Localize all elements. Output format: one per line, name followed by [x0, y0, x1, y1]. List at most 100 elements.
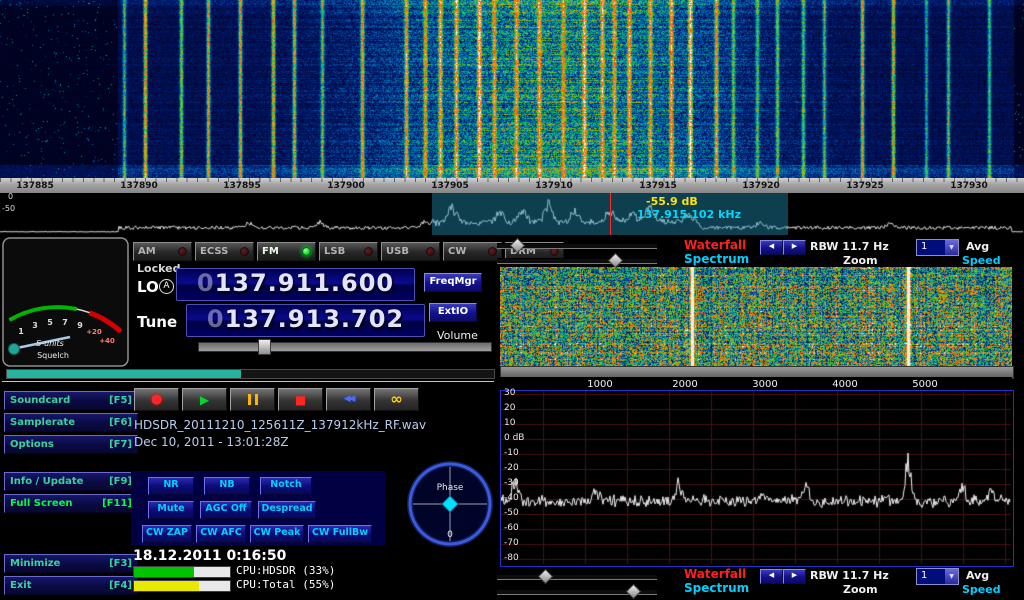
cw-fullbw-button[interactable]: CW FullBw: [308, 525, 372, 543]
s-units-label: S-units: [36, 339, 64, 348]
extio-button[interactable]: ExtIO: [429, 303, 477, 322]
rf-waterfall-label[interactable]: Waterfall: [684, 238, 746, 252]
mode-button-am[interactable]: AM: [133, 242, 192, 261]
stop-icon: ■: [295, 394, 306, 406]
mode-label: LSB: [324, 246, 345, 257]
volume-slider-thumb[interactable]: [258, 339, 271, 355]
button-label: Options: [10, 439, 54, 450]
button-label: Soundcard: [10, 395, 70, 406]
af-spectrum-display[interactable]: [500, 390, 1014, 567]
db-axis-label: 0 dB: [504, 433, 524, 443]
mode-button-cw[interactable]: CW: [443, 242, 502, 261]
mode-led-icon: [240, 247, 249, 256]
button-hotkey: [F9]: [109, 476, 132, 487]
freq-tick-label: 137885: [16, 181, 54, 191]
tune-label: Tune: [137, 313, 177, 331]
af-speed-value: 1: [917, 569, 945, 584]
rewind-button[interactable]: ◀◀: [326, 388, 371, 411]
despread-button[interactable]: Despread: [258, 501, 316, 519]
cw-afc-button[interactable]: CW AFC: [196, 525, 246, 543]
rf-spectrum-display[interactable]: 0 -50 -55.9 dB 137.915.102 kHz: [0, 193, 1024, 235]
volume-slider-track[interactable]: [198, 342, 492, 352]
nr-button[interactable]: NR: [148, 477, 194, 495]
dropdown-arrow-icon[interactable]: ▼: [945, 240, 958, 255]
mute-button[interactable]: Mute: [148, 501, 194, 519]
rf-speed-dropdown[interactable]: 1 ▼: [916, 239, 959, 256]
af-spectrum-label[interactable]: Spectrum: [684, 581, 749, 595]
button-label: Minimize: [10, 558, 60, 569]
s-meter: 1 3 5 7 9 +20 +40 S-units Squelch: [2, 237, 129, 367]
mode-led-icon: [488, 247, 497, 256]
rf-spectrum-slider[interactable]: [497, 258, 657, 264]
recording-timestamp: Dec 10, 2011 - 13:01:28Z: [134, 435, 289, 449]
rf-waterfall-display[interactable]: [0, 0, 1024, 178]
play-icon: ▶: [200, 394, 209, 406]
af-waterfall-slider-thumb[interactable]: [538, 569, 554, 585]
mode-label: ECSS: [200, 246, 228, 257]
af-waterfall-label[interactable]: Waterfall: [684, 567, 746, 581]
freq-tick-label: 137930: [950, 181, 988, 191]
button-hotkey: [F5]: [109, 395, 132, 406]
record-progress-bar: [6, 369, 495, 379]
rf-avg-label: Avg: [966, 240, 989, 253]
af-speed-label: Speed: [962, 583, 1001, 596]
mode-button-usb[interactable]: USB: [381, 242, 440, 261]
db-axis-label: -40: [504, 493, 519, 503]
button-label: Exit: [10, 580, 32, 591]
freq-tick-label: 137890: [120, 181, 158, 191]
samplerate-button[interactable]: Samplerate[F6]: [4, 413, 138, 432]
rf-spectrum-slider-thumb[interactable]: [608, 253, 624, 269]
tune-frequency-value: 137.913.702: [225, 305, 405, 333]
mode-button-fm[interactable]: FM: [257, 242, 316, 261]
lo-frequency-display[interactable]: 0137.911.600: [176, 268, 415, 301]
meter-scale-label: 9: [77, 321, 83, 330]
loop-button[interactable]: ∞: [374, 388, 419, 411]
options-button[interactable]: Options[F7]: [4, 435, 138, 454]
lo-lock-badge[interactable]: A: [159, 279, 174, 294]
af-shift-right-button[interactable]: ▶: [783, 569, 806, 584]
mode-button-lsb[interactable]: LSB: [319, 242, 378, 261]
af-speed-dropdown[interactable]: 1 ▼: [916, 568, 959, 585]
play-button[interactable]: ▶: [182, 388, 227, 411]
clock-datetime: 18.12.2011 0:16:50: [133, 548, 286, 564]
cw-peak-button[interactable]: CW Peak: [250, 525, 304, 543]
agc-off-button[interactable]: AGC Off: [200, 501, 252, 519]
mode-led-icon: [302, 247, 311, 256]
cw-zap-button[interactable]: CW ZAP: [142, 525, 192, 543]
rf-shift-left-button[interactable]: ◀: [760, 240, 783, 255]
db-axis-label: -70: [504, 538, 519, 548]
dropdown-arrow-icon[interactable]: ▼: [945, 569, 958, 584]
af-tick-label: 1000: [587, 379, 612, 390]
exit-button[interactable]: Exit[F4]: [4, 576, 138, 595]
af-shift-left-button[interactable]: ◀: [760, 569, 783, 584]
lo-label: LO: [137, 278, 159, 296]
stop-button[interactable]: ■: [278, 388, 323, 411]
transport-row: ● ▶ ■ ◀◀ ∞: [134, 388, 419, 411]
af-waterfall-display[interactable]: [500, 267, 1012, 366]
rf-spectrum-label[interactable]: Spectrum: [684, 252, 749, 266]
fullscreen-button[interactable]: Full Screen[F11]: [4, 494, 138, 513]
nb-button[interactable]: NB: [204, 477, 250, 495]
record-button[interactable]: ●: [134, 388, 179, 411]
info-update-button[interactable]: Info / Update [F9]: [4, 472, 138, 491]
notch-button[interactable]: Notch: [260, 477, 312, 495]
freq-tick-label: 137920: [742, 181, 780, 191]
freqmgr-button[interactable]: FreqMgr: [424, 273, 482, 292]
soundcard-button[interactable]: Soundcard [F5]: [4, 391, 138, 410]
tune-frequency-display[interactable]: 0137.913.702: [186, 304, 425, 337]
freq-tick-label: 137915: [639, 181, 677, 191]
mode-label: USB: [386, 246, 409, 257]
af-waterfall-slider[interactable]: [497, 574, 657, 580]
mode-led-icon: [426, 247, 435, 256]
button-label: Info / Update: [10, 476, 83, 487]
cpu-hdsdr-bar: [133, 566, 231, 578]
mode-led-icon: [178, 247, 187, 256]
freq-tick-label: 137895: [223, 181, 261, 191]
pause-button[interactable]: [230, 388, 275, 411]
af-spectrum-slider-thumb[interactable]: [626, 584, 642, 600]
af-zoom-label: Zoom: [843, 583, 878, 596]
minimize-button[interactable]: Minimize[F3]: [4, 554, 138, 573]
mode-button-ecss[interactable]: ECSS: [195, 242, 254, 261]
rf-shift-right-button[interactable]: ▶: [783, 240, 806, 255]
meter-scale-label: 1: [18, 327, 24, 336]
